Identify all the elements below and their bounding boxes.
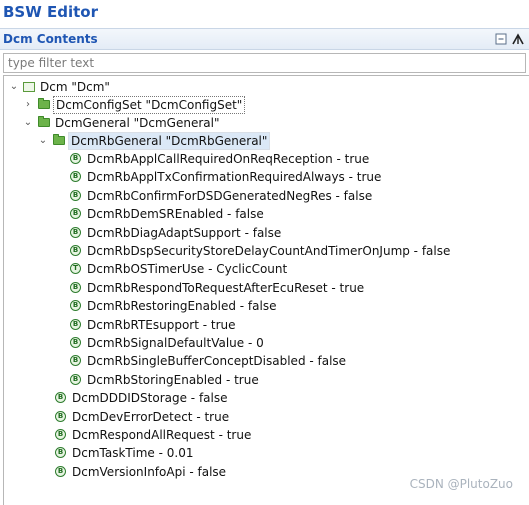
- panel-header: Dcm Contents: [0, 28, 529, 50]
- parameter-icon: B: [55, 429, 66, 440]
- tree-node-parameter[interactable]: B DcmDevErrorDetect - true: [4, 408, 524, 426]
- parameter-icon: B: [70, 226, 81, 238]
- tree-node-parameter[interactable]: B DcmRbDemSREnabled - false: [4, 205, 524, 223]
- parameter-icon: B: [55, 465, 66, 477]
- tree-node-parameter[interactable]: B DcmRbApplCallRequiredOnReqReception - t…: [4, 150, 524, 168]
- tree-node-label: DcmRbOSTimerUse - CyclicCount: [87, 262, 288, 277]
- filter-input[interactable]: [3, 53, 526, 73]
- tree-node-label: DcmGeneral "DcmGeneral": [55, 116, 220, 130]
- folder-icon: [38, 116, 50, 127]
- chevron-right-icon[interactable]: ›: [22, 96, 34, 114]
- tree-node-parameter[interactable]: B DcmRbDiagAdaptSupport - false: [4, 224, 524, 242]
- tree-node-dcmgeneral[interactable]: ⌄ DcmGeneral "DcmGeneral": [4, 114, 524, 132]
- tree-node-parameter[interactable]: B DcmRbRespondToRequestAfterEcuReset - tr…: [4, 279, 524, 297]
- tree-node-parameter[interactable]: B DcmRbSingleBufferConceptDisabled - fals…: [4, 352, 524, 370]
- tree-node-parameter[interactable]: B DcmRbStoringEnabled - true: [4, 371, 524, 389]
- parameter-icon: B: [70, 337, 81, 348]
- tree-node-label: DcmRbStoringEnabled - true: [87, 372, 259, 387]
- parameter-icon: B: [70, 300, 81, 312]
- parameter-icon: B: [55, 447, 66, 459]
- editor-title: BSW Editor: [0, 0, 529, 24]
- view-menu-icon[interactable]: [511, 32, 525, 46]
- tree-node-parameter[interactable]: B DcmRbRestoringEnabled - false: [4, 297, 524, 315]
- tree-node-label: DcmRbDemSREnabled - false: [87, 207, 264, 222]
- tree-node-label: DcmTaskTime - 0.01: [72, 446, 194, 461]
- chevron-down-icon[interactable]: ⌄: [37, 132, 49, 150]
- module-icon: [23, 82, 35, 92]
- parameter-icon: B: [70, 373, 81, 385]
- folder-icon: [53, 134, 65, 145]
- tree-node-label: DcmRbSingleBufferConceptDisabled - false: [87, 354, 347, 369]
- parameter-icon: B: [70, 153, 81, 164]
- tree-node-parameter[interactable]: B DcmRbApplTxConfirmationRequiredAlways -…: [4, 168, 524, 186]
- tree-node-dcm[interactable]: ⌄ Dcm "Dcm": [4, 78, 524, 96]
- panel-title: Dcm Contents: [3, 32, 98, 46]
- tree-node-parameter[interactable]: T DcmRbOSTimerUse - CyclicCount: [4, 260, 524, 278]
- tree-node-label: DcmDDDIDStorage - false: [72, 391, 228, 406]
- tree-node-label: DcmRbDspSecurityStoreDelayCountAndTimerO…: [87, 244, 451, 258]
- parameter-icon: B: [70, 189, 81, 201]
- chevron-down-icon[interactable]: ⌄: [22, 114, 34, 132]
- parameter-icon: B: [70, 281, 81, 293]
- tree-node-parameter[interactable]: B DcmRespondAllRequest - true: [4, 426, 524, 444]
- tree-node-label: DcmRbSignalDefaultValue - 0: [87, 336, 264, 350]
- tree-node-parameter[interactable]: B DcmDDDIDStorage - false: [4, 389, 524, 407]
- watermark: CSDN @PlutoZuo: [409, 477, 513, 491]
- parameter-icon: B: [70, 208, 81, 220]
- parameter-icon: B: [70, 355, 81, 367]
- tree-node-label: DcmRbApplCallRequiredOnReqReception - tr…: [87, 152, 370, 166]
- parameter-icon: B: [70, 171, 81, 183]
- tree-node-label: DcmRbApplTxConfirmationRequiredAlways - …: [87, 170, 382, 185]
- tree-node-dcmconfigset[interactable]: › DcmConfigSet "DcmConfigSet": [4, 96, 524, 114]
- collapse-all-icon[interactable]: [494, 32, 508, 46]
- tree-node-label: DcmRbRestoringEnabled - false: [87, 299, 277, 314]
- tree-node-label: DcmVersionInfoApi - false: [72, 464, 227, 479]
- tree-node-parameter[interactable]: B DcmTaskTime - 0.01: [4, 444, 524, 462]
- tree-node-label: DcmRbConfirmForDSDGeneratedNegRes - fals…: [87, 188, 373, 203]
- parameter-icon: B: [70, 245, 81, 256]
- tree-node-parameter[interactable]: B DcmRbConfirmForDSDGeneratedNegRes - fal…: [4, 187, 524, 205]
- parameter-icon: B: [70, 318, 81, 330]
- dcm-contents-tree: ⌄ Dcm "Dcm" › DcmConfigSet "DcmConfigSet…: [3, 75, 529, 505]
- tree-node-parameter[interactable]: B DcmRbDspSecurityStoreDelayCountAndTimer…: [4, 242, 524, 260]
- parameter-icon: T: [70, 263, 81, 275]
- tree-node-label-selected: DcmRbGeneral "DcmRbGeneral": [68, 132, 271, 150]
- tree-node-label: DcmRbRespondToRequestAfterEcuReset - tru…: [87, 280, 365, 295]
- parameter-icon: B: [55, 392, 66, 404]
- parameter-icon: B: [55, 410, 66, 422]
- tree-node-parameter[interactable]: B DcmRbSignalDefaultValue - 0: [4, 334, 524, 352]
- tree-node-label: Dcm "Dcm": [40, 80, 110, 94]
- tree-node-label: DcmRbDiagAdaptSupport - false: [87, 225, 282, 240]
- tree-node-dcmrbgeneral[interactable]: ⌄ DcmRbGeneral "DcmRbGeneral": [4, 132, 524, 150]
- tree-node-label: DcmRespondAllRequest - true: [72, 428, 252, 442]
- folder-icon: [38, 98, 50, 109]
- tree-node-parameter[interactable]: B DcmRbRTEsupport - true: [4, 316, 524, 334]
- tree-node-label: DcmDevErrorDetect - true: [72, 409, 230, 424]
- tree-node-label: DcmConfigSet "DcmConfigSet": [53, 96, 246, 114]
- chevron-down-icon[interactable]: ⌄: [8, 78, 20, 96]
- tree-node-label: DcmRbRTEsupport - true: [87, 317, 236, 332]
